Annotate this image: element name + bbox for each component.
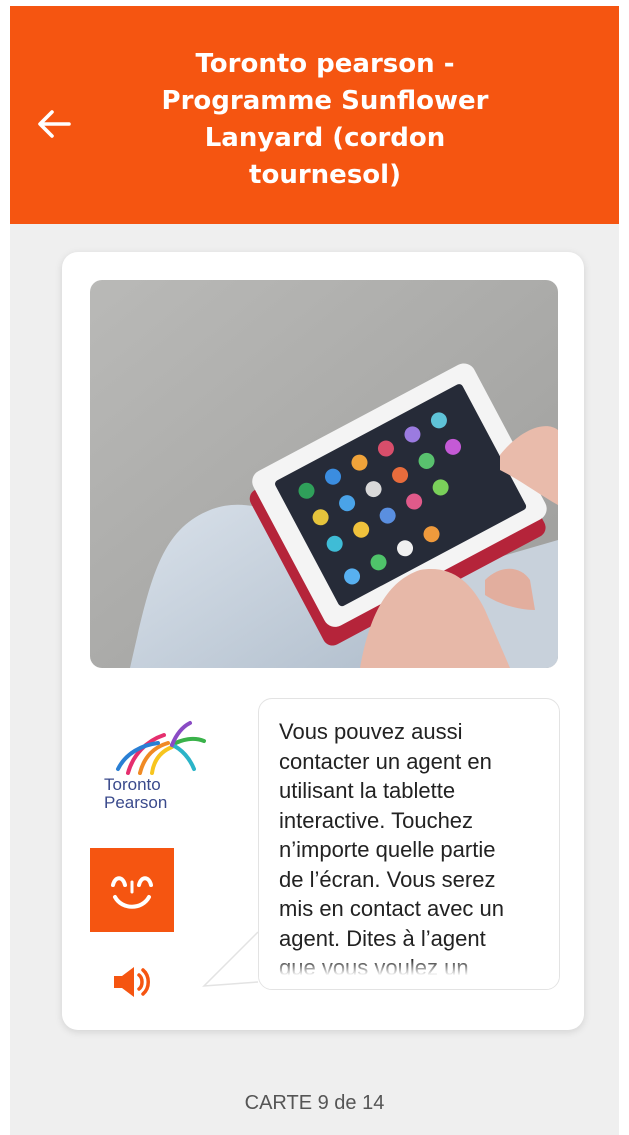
card-pager: CARTE 9 de 14 [244,1092,385,1114]
narration-text: Vous pouvez aussi contacter un agent en … [279,719,505,980]
title-line: Programme Sunflower [161,86,489,116]
tablet-in-hands-photo [90,280,558,668]
app-screen: Toronto pearson - Programme Sunflower La… [10,6,619,1135]
arrow-left-icon [38,110,71,138]
app-header: Toronto pearson - Programme Sunflower La… [10,6,619,224]
speaker-icon [114,967,150,997]
story-card: Toronto Pearson Vous pouvez aussi contac… [62,252,584,1030]
logo-word: Pearson [104,793,168,812]
logo-wordmark: Toronto Pearson [104,776,194,812]
speaker-button[interactable] [110,962,154,1002]
page-title: Toronto pearson - Programme Sunflower La… [130,46,520,194]
title-line: tournesol) [249,160,401,190]
avatar-button[interactable] [90,848,174,932]
text-fade [259,959,559,989]
title-line: Toronto pearson - [195,49,455,79]
speech-bubble[interactable]: Vous pouvez aussi contacter un agent en … [258,698,560,990]
smiling-face-icon [111,876,153,909]
title-line: Lanyard (cordon [204,123,446,153]
back-button[interactable] [32,102,76,146]
logo-word: Toronto [104,775,161,794]
